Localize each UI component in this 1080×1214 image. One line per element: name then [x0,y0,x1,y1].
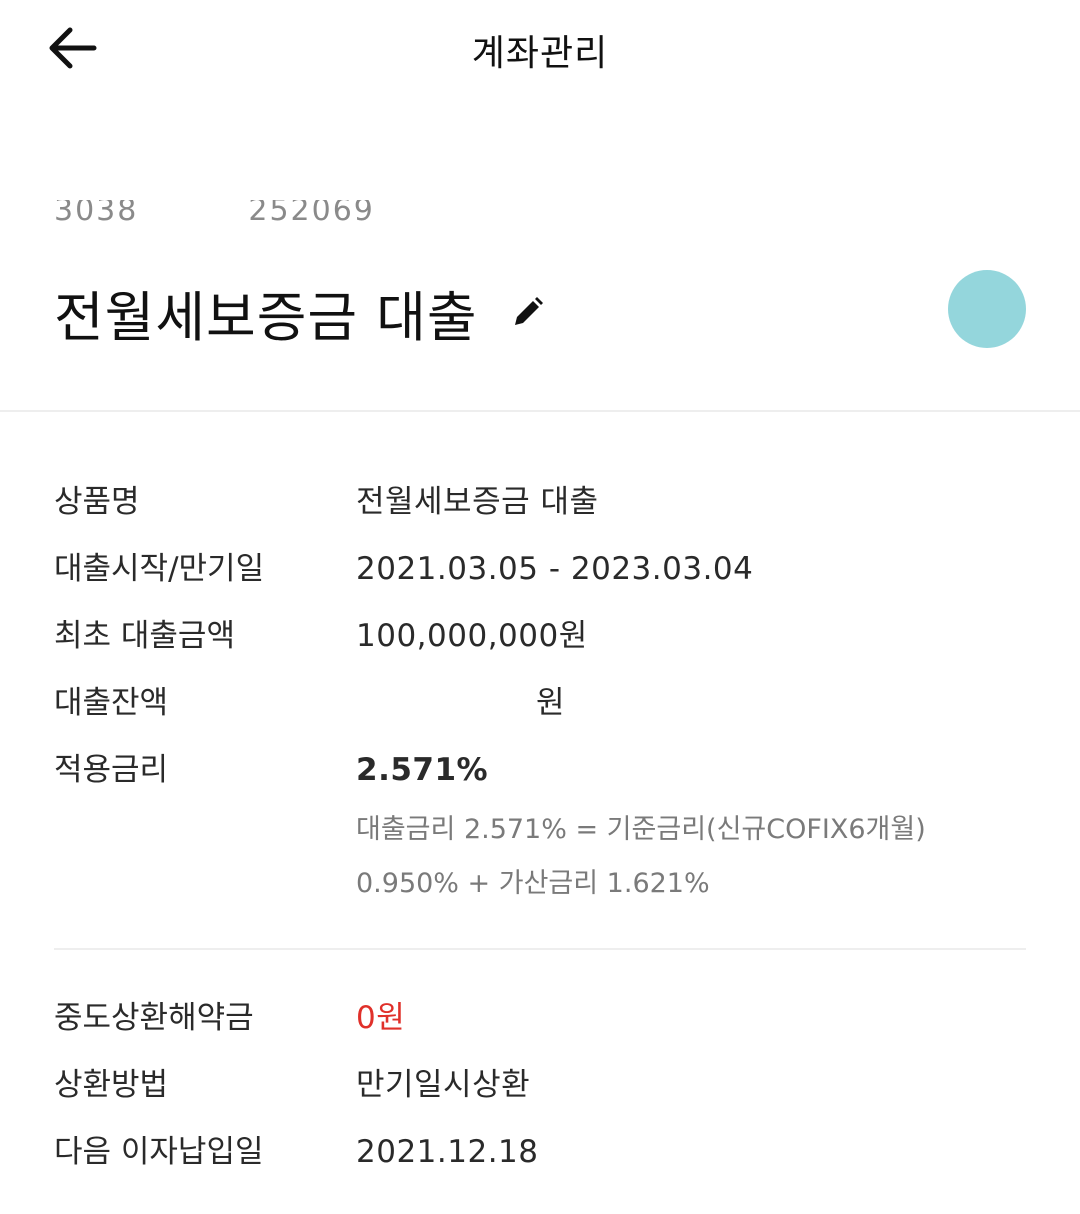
detail-row-balance: 대출잔액 원 [54,679,1026,746]
detail-label: 최초 대출금액 [54,618,235,654]
detail-row-next-interest: 다음 이자납입일 2021.12.18 [54,1128,1026,1195]
rate-note-line: 0.950% + 가산금리 1.621% [356,868,710,899]
detail-label: 다음 이자납입일 [54,1134,264,1170]
detail-value: 2021.12.18 [356,1134,539,1170]
detail-row-repayment-method: 상환방법 만기일시상환 [54,1061,1026,1128]
account-number: 3038 252069 [54,200,375,228]
page-title: 계좌관리 [471,33,609,74]
detail-value: 전월세보증금 대출 [356,484,599,520]
detail-label: 대출잔액 [54,685,169,721]
detail-value: 100,000,000원 [356,618,588,654]
account-number-mask [138,200,249,220]
detail-row-initial-amount: 최초 대출금액 100,000,000원 [54,612,1026,679]
detail-value: 2021.03.05 - 2023.03.04 [356,551,754,587]
detail-row-period: 대출시작/만기일 2021.03.05 - 2023.03.04 [54,545,1026,612]
detail-value: 원 [356,679,565,727]
balance-mask [356,689,536,720]
product-title-row: 전월세보증금 대출 [54,272,548,352]
balance-unit: 원 [536,685,566,721]
edit-name-button[interactable] [508,292,548,332]
pencil-icon [514,297,543,325]
bank-logo [948,270,1026,348]
section-divider [0,410,1080,412]
loan-details: 상품명 전월세보증금 대출 대출시작/만기일 2021.03.05 - 2023… [54,478,1026,911]
section-divider [54,948,1026,950]
detail-value: 0원 [356,1000,406,1036]
detail-value: 2.571% [356,752,489,788]
detail-row-product: 상품명 전월세보증금 대출 [54,478,1026,545]
detail-label: 상품명 [54,484,140,520]
detail-label: 상환방법 [54,1067,169,1103]
repayment-details: 중도상환해약금 0원 상환방법 만기일시상환 다음 이자납입일 2021.12.… [54,994,1026,1195]
account-number-suffix: 252069 [248,200,375,228]
product-title: 전월세보증금 대출 [54,285,478,349]
detail-label: 대출시작/만기일 [54,551,265,587]
detail-value: 만기일시상환 [356,1067,531,1103]
detail-label: 적용금리 [54,752,169,788]
detail-label: 중도상환해약금 [54,1000,254,1036]
rate-note-line: 대출금리 2.571% = 기준금리(신규COFIX6개월) [356,814,926,845]
detail-row-prepayment-fee: 중도상환해약금 0원 [54,994,1026,1061]
account-number-prefix: 3038 [54,200,139,228]
rate-note: 대출금리 2.571% = 기준금리(신규COFIX6개월) 0.950% + … [356,803,1026,911]
app-header: 계좌관리 [0,0,1080,100]
